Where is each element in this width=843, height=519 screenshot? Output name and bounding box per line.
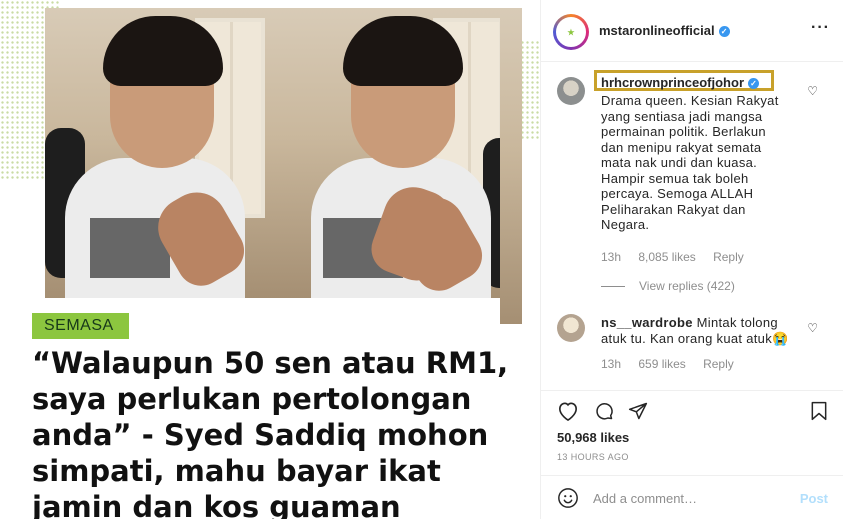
post-username-text: mstaronlineofficial xyxy=(599,23,715,38)
video-frame-right xyxy=(283,8,521,298)
heart-icon[interactable] xyxy=(557,401,579,425)
commenter-username[interactable]: ns__wardrobe xyxy=(601,315,693,330)
comment-input[interactable]: Add a comment… xyxy=(593,491,697,506)
post-likes[interactable]: 50,968 likes xyxy=(557,430,629,445)
video-frame-edge xyxy=(500,8,522,324)
comment-line: mata nak undi dan kuasa. xyxy=(601,155,758,170)
share-icon[interactable] xyxy=(627,401,649,425)
comment-line: percaya. Semoga ALLAH xyxy=(601,186,754,201)
headline-line: anda” - Syed Saddiq mohon xyxy=(32,418,489,452)
reply-button[interactable]: Reply xyxy=(703,357,734,371)
comment-line: Peliharakan Rakyat dan xyxy=(601,201,746,217)
commenter-username-text: hrhcrownprinceofjohor xyxy=(601,75,744,90)
post-comment-button[interactable]: Post xyxy=(800,491,828,506)
commenter-username[interactable]: hrhcrownprinceofjohor ✓ xyxy=(601,75,759,90)
star-logo-icon: ★ xyxy=(556,17,586,47)
view-replies-text: View replies (422) xyxy=(639,279,735,293)
post-sidebar: ★ mstaronlineofficial ✓ ··· hrhcrownprinc… xyxy=(540,0,843,519)
headline-line: saya perlukan pertolongan xyxy=(32,382,472,416)
comment-text: Drama queen. Kesian Rakyat yang sentiasa… xyxy=(601,93,779,233)
headline: “Walaupun 50 sen atau RM1, saya perlukan… xyxy=(32,345,532,519)
comment-time: 13h xyxy=(601,250,622,264)
post-header: ★ mstaronlineofficial ✓ ··· xyxy=(541,0,843,62)
comment-line: Drama queen. Kesian Rakyat xyxy=(601,93,779,108)
avatar[interactable]: ★ xyxy=(553,14,589,50)
commenter-avatar[interactable] xyxy=(557,314,585,342)
comment-line: permainan politik. Berlakun xyxy=(601,124,766,139)
comment-text: ns__wardrobe Mintak tolong atuk tu. Kan … xyxy=(601,315,789,346)
comment-line: yang sentiasa jadi mangsa xyxy=(601,108,763,124)
comment-line: Hampir semua tak boleh xyxy=(601,170,749,186)
comment-line: Negara. xyxy=(601,217,650,232)
headline-line: simpati, mahu bayar ikat xyxy=(32,454,441,488)
more-options-icon[interactable]: ··· xyxy=(811,19,830,37)
add-comment-bar: Add a comment… Post xyxy=(541,475,843,519)
comment-line: atuk tu. Kan orang kuat atuk😭 xyxy=(601,330,789,346)
post-image[interactable]: SEMASA “Walaupun 50 sen atau RM1, saya p… xyxy=(0,0,540,519)
comment-like-icon[interactable]: ♡ xyxy=(807,321,818,335)
video-frame-left xyxy=(45,8,283,298)
replies-dash xyxy=(601,286,625,288)
comment-likes[interactable]: 8,085 likes xyxy=(638,250,695,264)
reply-button[interactable]: Reply xyxy=(713,250,744,264)
comment-line: dan menipu rakyat semata xyxy=(601,139,762,155)
category-tag: SEMASA xyxy=(32,313,129,339)
commenter-avatar[interactable] xyxy=(557,77,585,105)
verified-badge-icon: ✓ xyxy=(718,26,730,38)
comment-like-icon[interactable]: ♡ xyxy=(807,84,818,98)
verified-badge-icon: ✓ xyxy=(748,78,759,90)
post-username[interactable]: mstaronlineofficial ✓ xyxy=(599,23,730,38)
bookmark-icon[interactable] xyxy=(809,401,829,425)
comment-likes[interactable]: 659 likes xyxy=(638,357,685,371)
view-replies-button[interactable]: View replies (422) xyxy=(601,279,735,293)
headline-line: “Walaupun 50 sen atau RM1, xyxy=(32,346,509,380)
headline-line: jamin dan kos guaman xyxy=(32,490,401,519)
action-bar xyxy=(541,390,843,430)
emoji-icon[interactable] xyxy=(557,487,579,513)
comment-line: Mintak tolong xyxy=(696,315,778,330)
post-timestamp: 13 HOURS AGO xyxy=(557,452,629,462)
comment-meta: 13h 659 likes Reply xyxy=(601,357,748,371)
comment-icon[interactable] xyxy=(593,401,615,425)
comment-time: 13h xyxy=(601,357,622,371)
comment-meta: 13h 8,085 likes Reply xyxy=(601,250,758,264)
